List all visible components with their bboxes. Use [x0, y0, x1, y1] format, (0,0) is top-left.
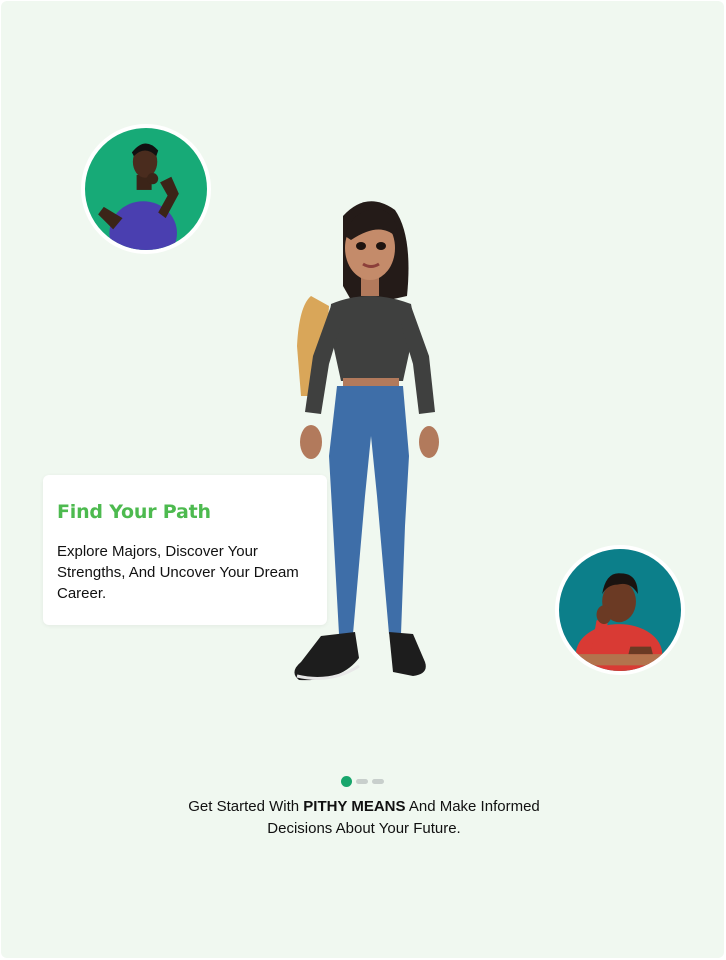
- pagination-dots: [341, 775, 384, 787]
- card-title: Find Your Path: [57, 501, 211, 523]
- thinking-man-avatar: [81, 124, 211, 254]
- card-description: Explore Majors, Discover Your Strengths,…: [57, 543, 299, 602]
- tagline-suffix: And Make Informed: [405, 798, 540, 815]
- pagination-dot[interactable]: [356, 778, 368, 784]
- pagination-dot[interactable]: [372, 778, 384, 784]
- bored-boy-avatar: [555, 545, 685, 675]
- brand-name: PITHY MEANS: [303, 798, 406, 815]
- feature-card: Find Your Path Explore Majors, Discover …: [43, 475, 327, 625]
- tagline-line2: Decisions About Your Future.: [267, 820, 461, 837]
- pagination-dot-active[interactable]: [341, 775, 352, 787]
- onboarding-screen: Find Your Path Explore Majors, Discover …: [1, 1, 724, 958]
- tagline-prefix: Get Started With: [188, 798, 304, 815]
- tagline: Get Started With PITHY MEANS And Make In…: [1, 796, 724, 840]
